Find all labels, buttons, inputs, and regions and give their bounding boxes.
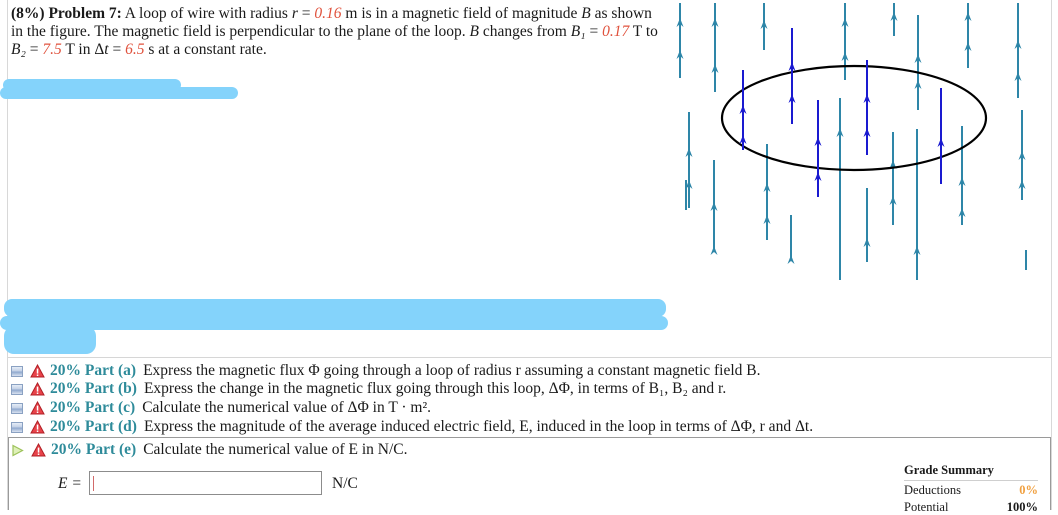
field-line [913,129,921,280]
field-line [711,3,719,92]
magnetic-field-figure [676,3,1027,280]
potential-label: Potential [904,500,949,514]
part-label: Part (b) [81,380,137,397]
warning-triangle-icon [30,400,45,415]
field-line [760,3,768,50]
math-variable: B₂ [11,41,26,58]
active-part-box-right-border [1050,437,1051,510]
right-border [1051,0,1052,510]
part-description: Express the magnitude of the average ind… [143,418,814,435]
problem-title: Problem 7: [48,5,122,22]
part-row-d[interactable]: 20% Part (d) Express the magnitude of the… [11,418,813,436]
problem-text: changes from [479,23,571,40]
part-label: Part (a) [81,362,137,379]
collapsed-square-icon[interactable] [11,365,23,377]
redaction-mark-3 [4,299,666,317]
part-weight: 20% [50,362,81,379]
field-line [1014,3,1022,98]
problem-text: = [108,41,126,58]
field-line [1018,110,1026,200]
part-weight-and-label[interactable]: 20% Part (d) [50,418,137,436]
field-line [676,3,684,78]
grade-deductions-row: Deductions 0% [904,483,1038,498]
part-weight-and-label[interactable]: 20% Part (c) [50,399,135,417]
answer-label: E = [58,475,82,492]
redaction-mark-4 [0,316,668,330]
collapsed-square-icon[interactable] [11,383,23,395]
grade-potential-row: Potential 100% [904,500,1038,515]
field-line [836,98,844,280]
redaction-mark-2 [0,87,238,99]
field-line [914,15,922,110]
field-line-inside-loop [814,100,822,197]
part-weight: 20% [50,418,81,435]
redaction-mark-5 [4,326,96,354]
part-row-c[interactable]: 20% Part (c) Calculate the numerical valu… [11,399,431,417]
part-row-a[interactable]: 20% Part (a) Express the magnetic flux Φ … [11,362,761,380]
part-weight: 20% [50,380,81,397]
field-arrowhead-icon [787,255,795,264]
field-line-inside-loop [739,70,747,150]
grade-summary-title: Grade Summary [904,463,1038,481]
parts-divider [8,357,1051,358]
given-value: 6.5 [125,41,145,58]
field-arrowhead-icon [710,246,718,255]
potential-value: 100% [1006,500,1038,514]
part-weight: 20% [50,399,81,416]
problem-text: T in Δ [61,41,105,58]
warning-triangle-icon [30,363,45,378]
field-line [964,3,972,68]
problem-text: m is in a magnetic field of magnitude [341,5,582,22]
math-variable: B₁ [570,23,586,40]
answer-unit: N/C [332,475,358,492]
problem-text: = [297,5,315,22]
collapsed-square-icon[interactable] [11,421,23,433]
problem-text: = [585,23,603,40]
math-variable: B [469,23,480,40]
part-description: Express the magnetic flux Φ going throug… [143,362,761,379]
answer-input[interactable] [89,471,322,495]
problem-text: s at a constant rate. [144,41,267,58]
problem-statement: (8%) Problem 7: A loop of wire with radi… [11,5,661,59]
part-row-b[interactable]: 20% Part (b) Express the change in the ma… [11,380,726,398]
field-line-inside-loop [788,28,796,124]
given-value: 7.5 [42,41,62,58]
field-line [710,160,718,255]
field-line [889,132,897,225]
part-description: Express the change in the magnetic flux … [143,380,727,397]
field-line [890,3,898,36]
problem-text: = [25,41,43,58]
warning-triangle-icon [30,419,45,434]
part-label: Part (c) [81,399,136,416]
wire-loop [720,64,988,172]
part-label: Part (d) [81,418,137,435]
field-line [787,215,795,264]
grade-summary: Grade Summary Deductions 0% Potential 10… [904,463,1038,515]
part-weight-and-label[interactable]: 20% Part (a) [50,362,136,380]
problem-weight: (8%) [11,5,45,22]
math-variable: B [581,5,591,22]
deductions-label: Deductions [904,483,961,497]
problem-text: T to [629,23,658,40]
field-line [863,188,871,262]
warning-triangle-icon [30,381,45,396]
left-border [7,0,8,510]
text-caret [93,476,94,491]
field-line [958,126,966,225]
field-line [841,3,849,80]
part-description: Calculate the numerical value of ΔΦ in T… [142,399,432,416]
given-value: 0.16 [314,5,342,22]
field-line-inside-loop [937,88,945,184]
given-value: 0.17 [602,23,630,40]
part-weight-and-label[interactable]: 20% Part (b) [50,380,137,398]
deductions-value: 0% [1019,483,1038,497]
collapsed-square-icon[interactable] [11,402,23,414]
problem-text: A loop of wire with radius [121,5,292,22]
field-line-inside-loop [863,60,871,155]
